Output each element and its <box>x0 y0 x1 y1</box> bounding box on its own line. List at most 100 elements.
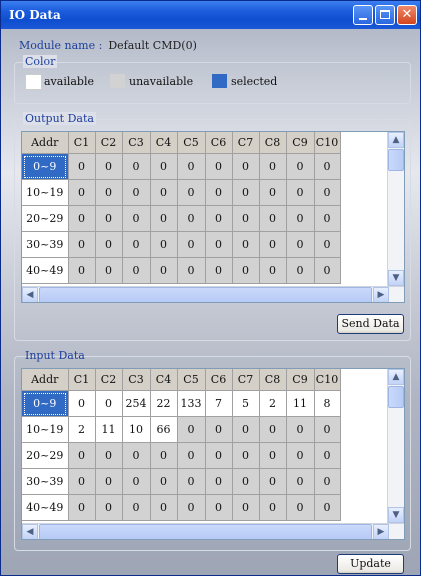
data-cell[interactable]: 8 <box>314 390 341 417</box>
data-cell[interactable]: 0 <box>95 231 123 258</box>
addr-cell[interactable]: 40~49 <box>22 494 69 521</box>
data-cell[interactable]: 11 <box>286 390 315 417</box>
data-cell[interactable]: 0 <box>68 257 96 284</box>
data-cell[interactable]: 0 <box>68 468 96 495</box>
data-cell[interactable]: 0 <box>177 468 206 495</box>
data-cell[interactable]: 0 <box>150 468 178 495</box>
data-cell[interactable]: 0 <box>95 442 123 469</box>
data-cell[interactable]: 11 <box>95 416 123 443</box>
addr-cell[interactable]: 40~49 <box>22 257 69 284</box>
data-cell[interactable]: 0 <box>177 205 206 232</box>
data-cell[interactable]: 0 <box>314 416 341 443</box>
data-cell[interactable]: 0 <box>286 205 315 232</box>
data-cell[interactable]: 0 <box>122 468 151 495</box>
data-cell[interactable]: 0 <box>95 468 123 495</box>
data-cell[interactable]: 0 <box>205 257 233 284</box>
data-cell[interactable]: 0 <box>95 390 123 417</box>
data-cell[interactable]: 0 <box>95 494 123 521</box>
data-cell[interactable]: 2 <box>259 390 287 417</box>
data-cell[interactable]: 0 <box>314 257 341 284</box>
data-cell[interactable]: 10 <box>122 416 151 443</box>
data-cell[interactable]: 0 <box>286 416 315 443</box>
data-cell[interactable]: 0 <box>259 494 287 521</box>
data-cell[interactable]: 0 <box>286 442 315 469</box>
minimize-button[interactable] <box>353 5 373 25</box>
input-data-grid[interactable]: Addr C1 C2 C3 C4 C5 C6 C7 C8 C9 C10 0~9 0 0 254 22 133 7 5… <box>21 368 405 540</box>
input-scroll-right-button[interactable]: ▶ <box>373 524 389 539</box>
data-cell[interactable]: 0 <box>232 494 260 521</box>
data-cell[interactable]: 0 <box>286 153 315 180</box>
data-cell[interactable]: 0 <box>259 231 287 258</box>
data-cell[interactable]: 0 <box>177 153 206 180</box>
data-cell[interactable]: 0 <box>177 416 206 443</box>
input-scroll-up-button[interactable]: ▲ <box>388 369 404 385</box>
output-horizontal-scrollbar[interactable]: ◀ ▶ <box>22 286 404 302</box>
data-cell[interactable]: 0 <box>314 231 341 258</box>
data-cell[interactable]: 0 <box>314 205 341 232</box>
data-cell[interactable]: 0 <box>205 205 233 232</box>
data-cell[interactable]: 0 <box>259 179 287 206</box>
input-scroll-left-button[interactable]: ◀ <box>22 524 38 539</box>
output-scroll-thumb[interactable] <box>388 149 404 171</box>
data-cell[interactable]: 0 <box>150 257 178 284</box>
data-cell[interactable]: 0 <box>314 468 341 495</box>
data-cell[interactable]: 0 <box>68 153 96 180</box>
addr-cell[interactable]: 30~39 <box>22 468 69 495</box>
data-cell[interactable]: 0 <box>122 442 151 469</box>
data-cell[interactable]: 0 <box>286 231 315 258</box>
output-scroll-down-button[interactable]: ▼ <box>388 270 404 286</box>
data-cell[interactable]: 7 <box>205 390 233 417</box>
data-cell[interactable]: 0 <box>259 442 287 469</box>
data-cell[interactable]: 0 <box>150 153 178 180</box>
input-scroll-down-button[interactable]: ▼ <box>388 507 404 523</box>
output-vertical-scrollbar[interactable]: ▲ ▼ <box>387 132 404 286</box>
output-data-grid[interactable]: Addr C1 C2 C3 C4 C5 C6 C7 C8 C9 C10 0~9 0 0 0 0 0 0 0 0 0 0 10… <box>21 131 405 303</box>
addr-cell[interactable]: 10~19 <box>22 179 69 206</box>
data-cell[interactable]: 254 <box>122 390 151 417</box>
data-cell[interactable]: 0 <box>68 205 96 232</box>
data-cell[interactable]: 0 <box>232 231 260 258</box>
data-cell[interactable]: 0 <box>122 257 151 284</box>
data-cell[interactable]: 0 <box>232 468 260 495</box>
data-cell[interactable]: 0 <box>205 468 233 495</box>
data-cell[interactable]: 0 <box>68 494 96 521</box>
data-cell[interactable]: 0 <box>177 442 206 469</box>
data-cell[interactable]: 0 <box>150 442 178 469</box>
data-cell[interactable]: 0 <box>177 231 206 258</box>
data-cell[interactable]: 0 <box>232 442 260 469</box>
data-cell[interactable]: 0 <box>95 153 123 180</box>
data-cell[interactable]: 0 <box>205 231 233 258</box>
data-cell[interactable]: 0 <box>95 257 123 284</box>
close-button[interactable]: ✕ <box>397 5 417 25</box>
data-cell[interactable]: 0 <box>150 494 178 521</box>
update-button[interactable]: Update <box>337 554 404 574</box>
data-cell[interactable]: 0 <box>95 205 123 232</box>
data-cell[interactable]: 0 <box>259 153 287 180</box>
data-cell[interactable]: 0 <box>68 179 96 206</box>
data-cell[interactable]: 0 <box>314 442 341 469</box>
data-cell[interactable]: 0 <box>286 468 315 495</box>
addr-cell[interactable]: 0~9 <box>22 390 69 417</box>
data-cell[interactable]: 0 <box>232 179 260 206</box>
input-scroll-thumb[interactable] <box>388 386 404 408</box>
data-cell[interactable]: 0 <box>150 205 178 232</box>
data-cell[interactable]: 0 <box>68 231 96 258</box>
data-cell[interactable]: 0 <box>122 231 151 258</box>
input-vertical-scrollbar[interactable]: ▲ ▼ <box>387 369 404 523</box>
data-cell[interactable]: 0 <box>232 416 260 443</box>
output-scroll-left-button[interactable]: ◀ <box>22 287 38 302</box>
data-cell[interactable]: 0 <box>122 153 151 180</box>
data-cell[interactable]: 66 <box>150 416 178 443</box>
data-cell[interactable]: 0 <box>205 494 233 521</box>
input-horizontal-scrollbar[interactable]: ◀ ▶ <box>22 523 404 539</box>
data-cell[interactable]: 0 <box>232 257 260 284</box>
maximize-button[interactable] <box>375 5 395 25</box>
data-cell[interactable]: 0 <box>314 179 341 206</box>
addr-cell[interactable]: 0~9 <box>22 153 69 180</box>
data-cell[interactable]: 0 <box>205 153 233 180</box>
data-cell[interactable]: 0 <box>177 179 206 206</box>
data-cell[interactable]: 133 <box>177 390 206 417</box>
send-data-button[interactable]: Send Data <box>337 314 404 334</box>
addr-cell[interactable]: 20~29 <box>22 205 69 232</box>
data-cell[interactable]: 0 <box>259 416 287 443</box>
